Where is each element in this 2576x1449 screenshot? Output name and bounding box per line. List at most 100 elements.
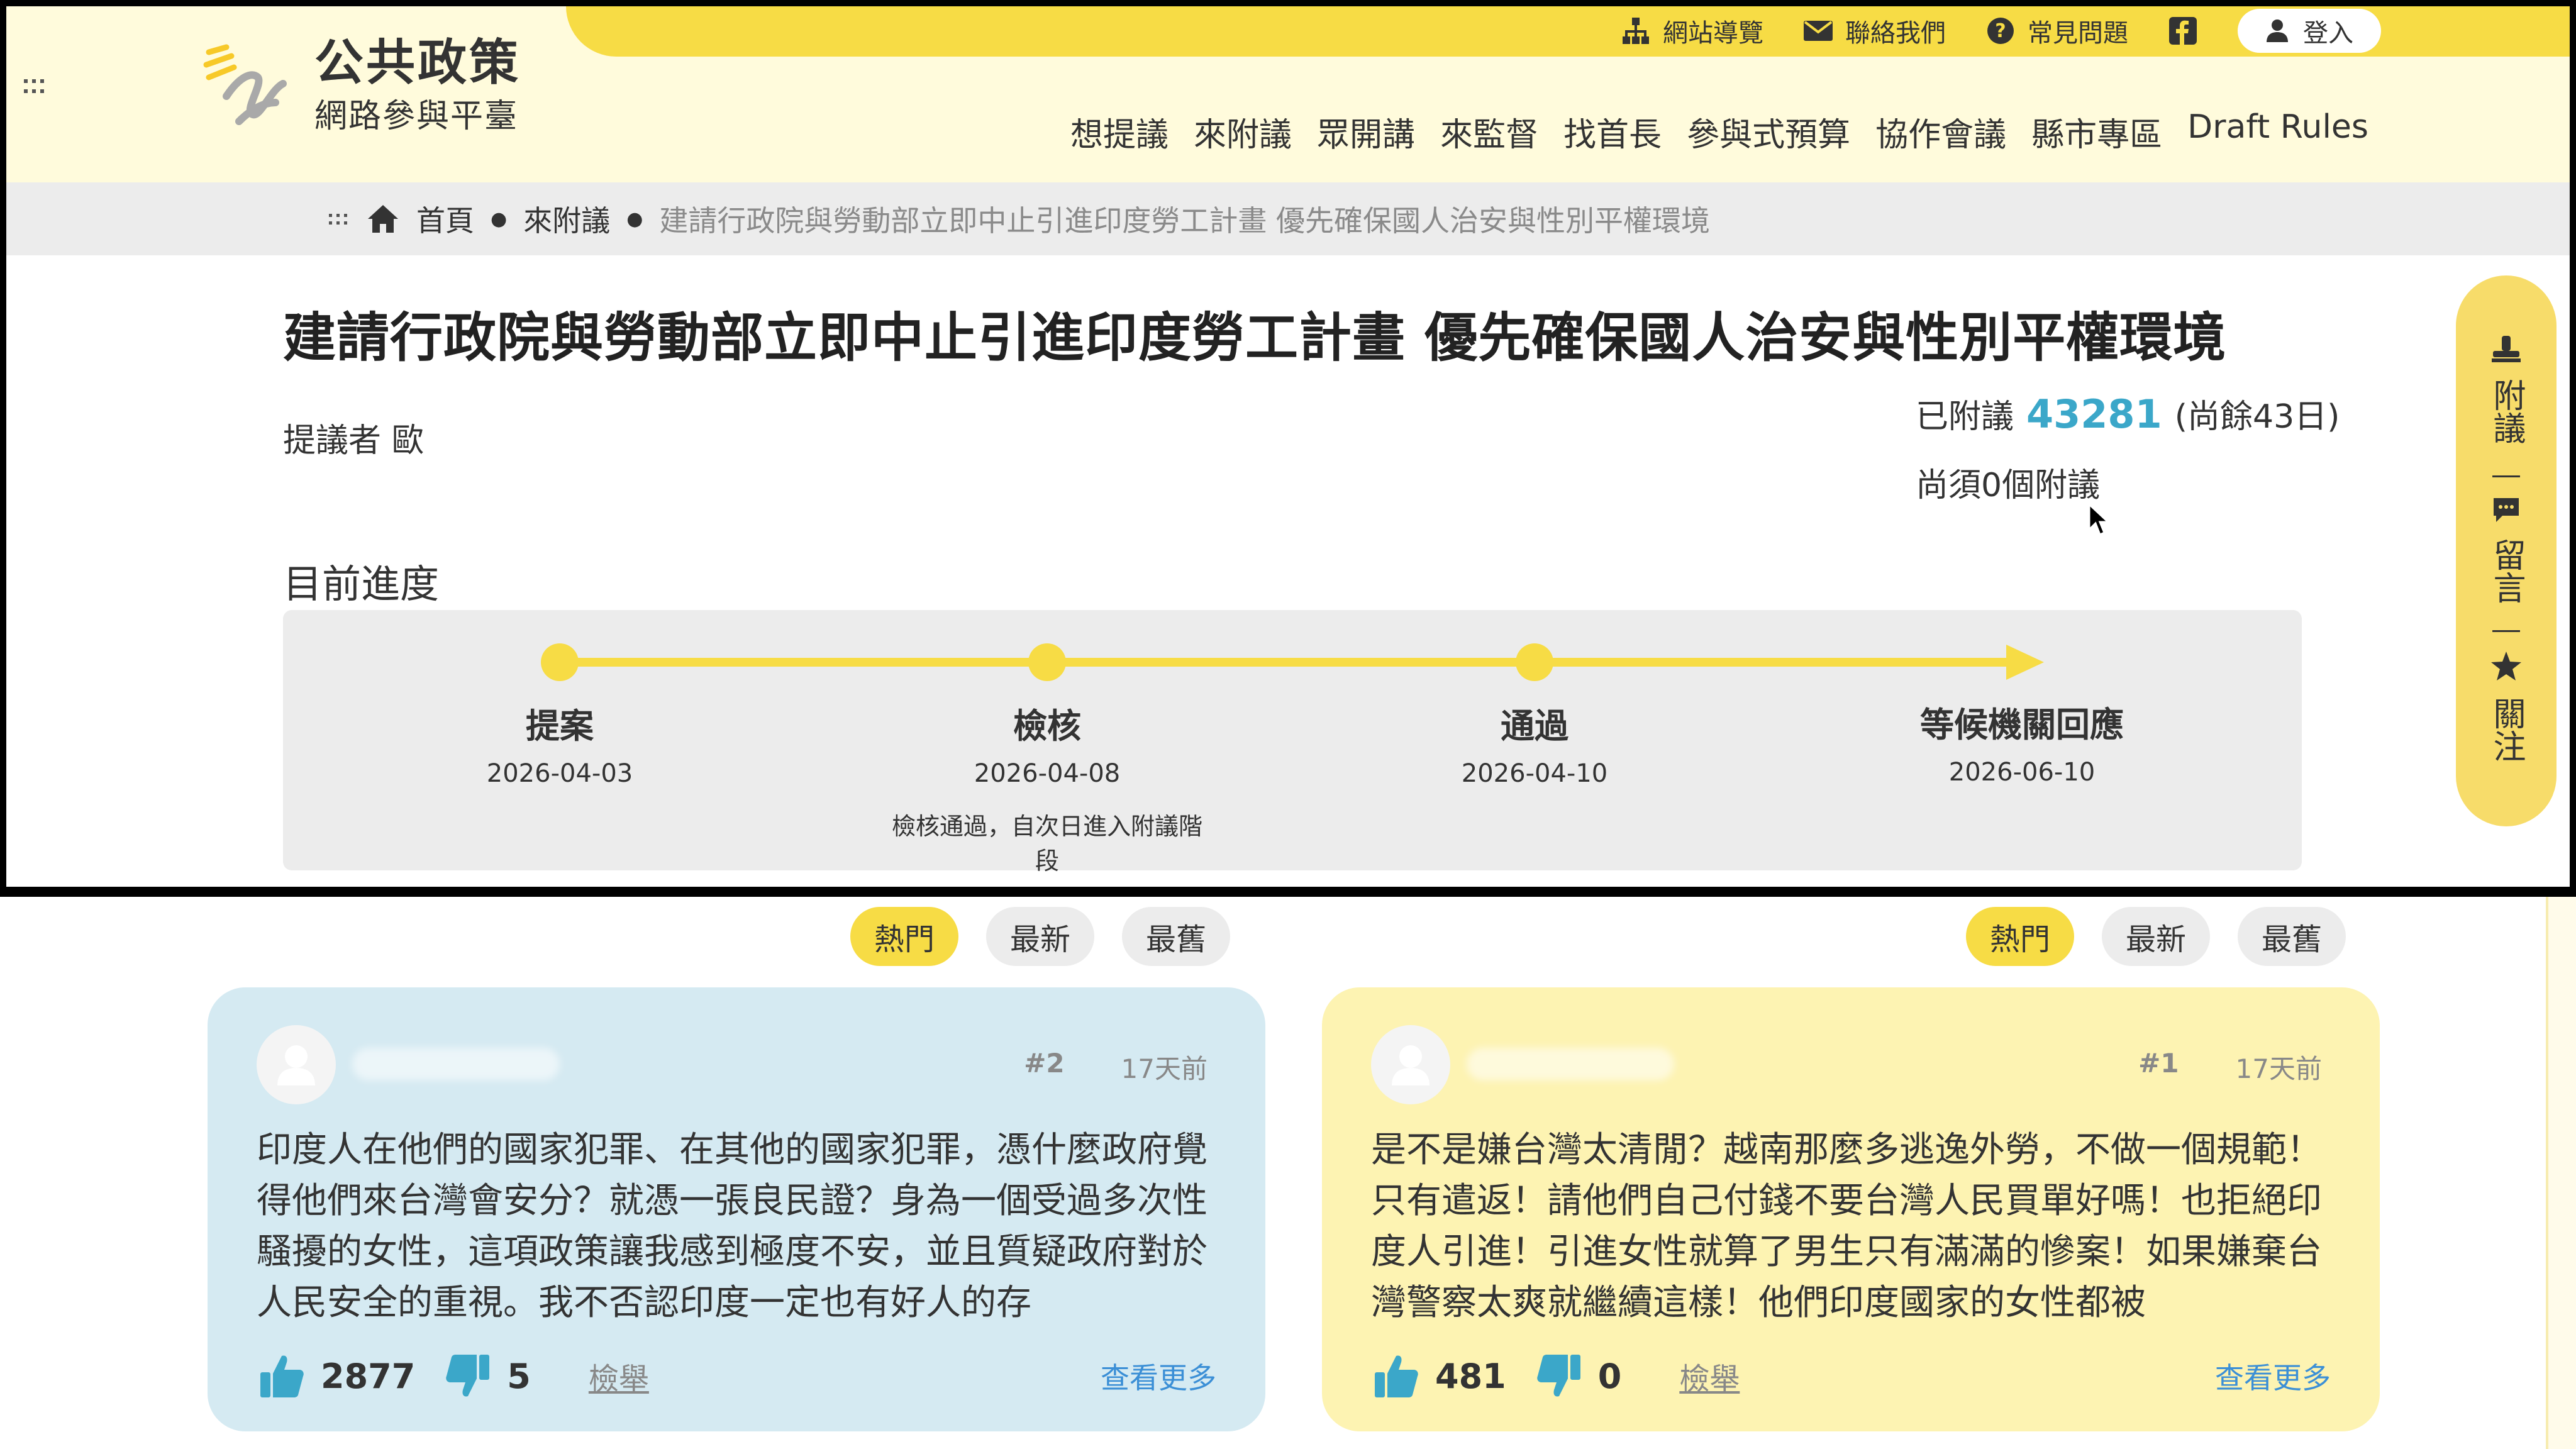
side-endorse-button[interactable]: 附議 [2456,335,2557,450]
page-title: 建請行政院與勞動部立即中止引進印度勞工計畫 優先確保國人治安與性別平權環境 [283,307,2227,369]
user-avatar-icon [277,1045,315,1085]
tab-newest[interactable]: 最新 [986,907,1095,966]
nav-draft-rules[interactable]: Draft Rules [2187,108,2368,155]
sitemap-label: 網站導覽 [1663,19,1763,48]
step-name: 提案 [526,706,594,746]
comments-section: 熱門 最新 最舊 熱門 最新 最舊 #2 17天前 印度人在他們的國家犯罪、在其… [0,897,2576,1449]
thumbs-up-icon[interactable] [257,1351,307,1401]
thumbs-down-icon[interactable] [443,1351,493,1401]
proposer-name: 歐 [391,422,425,460]
progress-dot [1028,643,1066,681]
step-date: 2026-06-10 [1948,758,2096,787]
like-count: 2877 [321,1356,416,1396]
logo-subtitle: 網路參與平臺 [314,97,519,135]
nav-budget[interactable]: 參與式預算 [1687,108,1850,155]
thumbs-down-icon[interactable] [1534,1351,1584,1401]
menu-dots-icon[interactable] [327,208,350,230]
sitemap-icon [1620,15,1652,47]
read-more-link[interactable]: 查看更多 [1101,1355,1216,1397]
logo-text: 公共政策 網路參與平臺 [314,35,521,136]
question-icon: ? [1985,15,2016,47]
side-follow-label: 關注 [2487,697,2525,762]
svg-text:?: ? [1995,20,2006,42]
side-follow-button[interactable]: 關注 [2456,650,2557,768]
nav-propose[interactable]: 想提議 [1070,108,1169,155]
step-date: 2026-04-08 [974,759,1121,788]
utility-links: 網站導覽 聯絡我們 ? 常見問題 登入 [1620,9,2381,53]
facebook-icon [2167,15,2199,47]
side-divider [2492,475,2520,477]
progress-dot [541,643,579,681]
comment-body: 印度人在他們的國家犯罪、在其他的國家犯罪，憑什麼政府覺得他們來台灣會安分？就憑一… [257,1130,1208,1323]
step-name: 通過 [1501,706,1568,746]
breadcrumb-separator: ● [626,208,643,230]
like-count: 481 [1435,1356,1506,1396]
nav-discuss[interactable]: 眾開講 [1317,108,1415,155]
step-name: 等候機關回應 [1920,705,2124,745]
nav-cities[interactable]: 縣市專區 [2031,108,2162,155]
remaining-days: (尚餘43日) [2174,398,2340,436]
contact-label: 聯絡我們 [1845,19,1946,48]
report-link[interactable]: 檢舉 [1679,1354,1740,1398]
comment-number: #2 [1024,1048,1065,1079]
logo-title: 公共政策 [314,35,521,91]
progress-step-review: 檢核 2026-04-08 檢核通過，自次日進入附議階段 [890,698,1204,876]
dislike-count: 5 [507,1356,531,1396]
user-avatar-icon [1392,1045,1430,1085]
dislike-count: 0 [1597,1356,1622,1396]
user-icon [2267,19,2288,42]
comment-card: #2 17天前 印度人在他們的國家犯罪、在其他的國家犯罪，憑什麼政府覺得他們來台… [208,987,1265,1431]
avatar [1371,1025,1450,1104]
signatures-count: 43281 [2026,391,2162,437]
read-more-link[interactable]: 查看更多 [2215,1355,2331,1397]
breadcrumb-endorse[interactable]: 來附議 [523,198,610,240]
tab-oldest[interactable]: 最舊 [2238,907,2346,966]
comment-time: 17天前 [2235,1053,2322,1084]
home-icon[interactable] [366,203,400,235]
nav-endorse[interactable]: 來附議 [1194,108,1292,155]
comment-sort-tabs-right: 熱門 最新 最舊 [1966,907,2346,966]
progress-arrow-icon [2006,645,2044,680]
proposer-label: 提議者 [283,422,382,460]
tab-hot[interactable]: 熱門 [1966,907,2075,966]
site-logo[interactable]: 公共政策 網路參與平臺 [201,35,521,136]
comment-time: 17天前 [1121,1053,1208,1084]
facebook-link[interactable] [2167,15,2199,47]
site-header: 網站導覽 聯絡我們 ? 常見問題 登入 公共政策 網路參與平臺 想提議 來附議 … [6,6,2570,182]
login-button[interactable]: 登入 [2238,9,2381,53]
progress-step-pass: 通過 2026-04-10 [1377,698,1692,788]
proposal-page: 網站導覽 聯絡我們 ? 常見問題 登入 公共政策 網路參與平臺 想提議 來附議 … [6,6,2570,887]
side-endorse-label: 附議 [2487,379,2525,444]
tab-hot[interactable]: 熱門 [850,907,959,966]
comment-icon [2494,498,2519,522]
tab-oldest[interactable]: 最舊 [1122,907,1231,966]
login-label: 登入 [2303,19,2353,48]
comment-actions: 481 0 檢舉 查看更多 [1371,1351,2331,1401]
nav-officials[interactable]: 找首長 [1563,108,1662,155]
step-name: 檢核 [1013,706,1081,746]
nav-collab[interactable]: 協作會議 [1875,108,2006,155]
nav-supervise[interactable]: 來監督 [1440,108,1538,155]
report-link[interactable]: 檢舉 [589,1354,649,1398]
menu-dots-icon[interactable] [21,74,47,99]
step-note: 檢核通過，自次日進入附議階段 [891,813,1202,875]
breadcrumb-home[interactable]: 首頁 [416,198,474,240]
side-comment-button[interactable]: 留言 [2456,496,2557,609]
commenter-name-blurred [352,1048,560,1080]
faq-label: 常見問題 [2028,19,2128,48]
faq-link[interactable]: ? 常見問題 [1985,13,2128,49]
comment-card: #1 17天前 是不是嫌台灣太清閒？越南那麼多逃逸外勞，不做一個規範！只有遣返！… [1322,987,2380,1431]
sitemap-link[interactable]: 網站導覽 [1620,13,1763,49]
tab-newest[interactable]: 最新 [2102,907,2211,966]
progress-dot [1516,643,1553,681]
thumbs-up-icon[interactable] [1371,1351,1421,1401]
signature-status: 已附議 43281 (尚餘43日) 尚須0個附議 [1916,390,2340,506]
logo-mark-icon [203,44,287,126]
progress-step-propose: 提案 2026-04-03 [402,698,717,788]
signatures-label: 已附議 [1916,398,2014,436]
side-bar-edge [2546,897,2576,1449]
side-divider [2492,630,2520,632]
main-nav: 想提議 來附議 眾開講 來監督 找首長 參與式預算 協作會議 縣市專區 Draf… [1070,108,2368,155]
comment-actions: 2877 5 檢舉 查看更多 [257,1351,1216,1401]
contact-link[interactable]: 聯絡我們 [1802,13,1946,49]
